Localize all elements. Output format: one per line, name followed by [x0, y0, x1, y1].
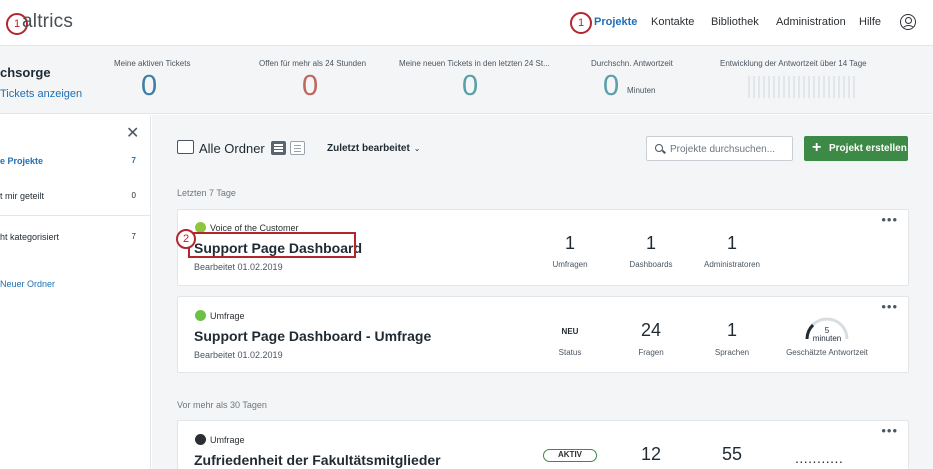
- stat-label-response-trend: Entwicklung der Antwortzeit über 14 Tage: [720, 59, 867, 68]
- stat-label-new-tickets: Meine neuen Tickets in den letzten 24 St…: [399, 59, 550, 68]
- metric-value-questions: 24: [640, 320, 662, 340]
- sort-label: Zuletzt bearbeitet: [327, 143, 410, 154]
- metric-value-surveys: 1: [564, 233, 575, 253]
- projects-main: Alle Ordner Zuletzt bearbeitet⌄ + Projek…: [152, 115, 933, 469]
- sidebar-item-all-projects[interactable]: e Projekte 7: [0, 156, 150, 166]
- gauge-unit: minuten: [812, 334, 842, 343]
- survey-project-icon: [195, 310, 206, 321]
- project-edited-date: Bearbeitet 01.02.2019: [194, 350, 283, 360]
- stat-value-avg-response: 0: [603, 70, 620, 102]
- ticket-stats-bar: chsorge Tickets anzeigen Meine aktiven T…: [0, 46, 933, 114]
- sidebar-item-label: t mir geteilt: [0, 191, 45, 201]
- metric-label-est-response-time: Geschätzte Antwortzeit: [786, 348, 868, 357]
- metric-value-administrators: 1: [726, 233, 737, 253]
- sidebar-item-label: ht kategorisiert: [0, 232, 60, 242]
- project-card[interactable]: ••• Umfrage Zufriedenheit der Fakultätsm…: [177, 420, 909, 469]
- list-view-icon[interactable]: [290, 141, 305, 155]
- more-options-icon[interactable]: •••: [881, 212, 898, 227]
- search-input[interactable]: [670, 142, 788, 156]
- create-project-label: Projekt erstellen: [829, 143, 907, 154]
- sort-dropdown[interactable]: Zuletzt bearbeitet ⌄: [327, 143, 421, 154]
- stat-label-avg-response: Durchschn. Antwortzeit: [591, 59, 673, 68]
- sidebar-item-uncategorized[interactable]: ht kategorisiert 7: [0, 232, 150, 242]
- folder-sidebar: ✕ e Projekte 7 t mir geteilt 0 ht katego…: [0, 115, 151, 469]
- sidebar-divider: [0, 215, 150, 216]
- metric-value-status: NEU: [561, 327, 579, 336]
- sidebar-item-count: 7: [131, 232, 136, 241]
- stat-value-open-24h: 0: [302, 70, 319, 102]
- more-options-icon[interactable]: •••: [881, 423, 898, 438]
- card-view-icon[interactable]: [271, 141, 286, 155]
- project-edited-date: Bearbeitet 01.02.2019: [194, 262, 283, 272]
- sidebar-item-label: e Projekte: [0, 156, 44, 166]
- user-account-icon[interactable]: [900, 14, 916, 30]
- more-options-icon[interactable]: •••: [881, 299, 898, 314]
- highlight-box: [188, 232, 356, 258]
- project-type: Umfrage: [210, 435, 245, 445]
- metric-label-administrators: Administratoren: [703, 260, 761, 269]
- stat-value-active-tickets: 0: [141, 70, 158, 102]
- search-icon: [655, 144, 663, 152]
- survey-project-icon: [195, 434, 206, 445]
- project-title[interactable]: Zufriedenheit der Fakultätsmitglieder: [194, 452, 441, 468]
- section-label-recent: Letzten 7 Tage: [177, 188, 236, 198]
- project-card[interactable]: ••• Voice of the Customer Support Page D…: [176, 209, 909, 286]
- project-type: Umfrage: [210, 311, 245, 321]
- metric-value-languages: 55: [721, 444, 743, 464]
- sidebar-item-count: 0: [131, 191, 136, 200]
- nav-library[interactable]: Bibliothek: [711, 16, 759, 28]
- create-project-button[interactable]: + Projekt erstellen: [804, 136, 908, 161]
- callout-marker-2: 2: [176, 229, 196, 249]
- nav-contacts[interactable]: Kontakte: [651, 16, 694, 28]
- close-icon[interactable]: ✕: [126, 123, 139, 143]
- stats-title: chsorge: [0, 65, 51, 80]
- section-label-older: Vor mehr als 30 Tagen: [177, 400, 267, 410]
- project-card[interactable]: ••• Umfrage Support Page Dashboard - Umf…: [177, 296, 909, 373]
- sidebar-item-count: 7: [131, 156, 136, 165]
- top-nav: 1 altrics 1 Projekte Kontakte Bibliothek…: [0, 0, 933, 46]
- nav-administration[interactable]: Administration: [776, 16, 846, 28]
- stat-value-new-tickets: 0: [462, 70, 479, 102]
- project-title[interactable]: Support Page Dashboard - Umfrage: [194, 328, 431, 344]
- metric-value-questions: 12: [640, 444, 662, 464]
- metric-value-languages: 1: [726, 320, 737, 340]
- callout-marker-1: 1: [570, 12, 592, 34]
- stat-label-open-24h: Offen für mehr als 24 Stunden: [259, 59, 367, 68]
- loading-dots: ...........: [795, 450, 844, 466]
- folder-title: Alle Ordner: [199, 141, 265, 156]
- nav-projects[interactable]: Projekte: [594, 16, 637, 28]
- brand-logo[interactable]: altrics: [22, 11, 73, 33]
- metric-value-dashboards: 1: [645, 233, 656, 253]
- response-trend-sparkline: [748, 74, 860, 98]
- view-tickets-link[interactable]: Tickets anzeigen: [0, 88, 82, 100]
- sidebar-item-shared-with-me[interactable]: t mir geteilt 0: [0, 191, 150, 201]
- folder-icon: [177, 140, 194, 154]
- stat-label-active-tickets: Meine aktiven Tickets: [114, 59, 191, 68]
- metric-label-languages: Sprachen: [714, 348, 750, 357]
- project-search[interactable]: [646, 136, 793, 161]
- status-badge: AKTIV: [543, 449, 597, 462]
- plus-icon: +: [812, 139, 822, 156]
- new-folder-link[interactable]: Neuer Ordner: [0, 279, 55, 289]
- nav-help[interactable]: Hilfe: [859, 16, 881, 28]
- chevron-down-icon: ⌄: [413, 144, 421, 153]
- stat-unit-minutes: Minuten: [627, 86, 656, 95]
